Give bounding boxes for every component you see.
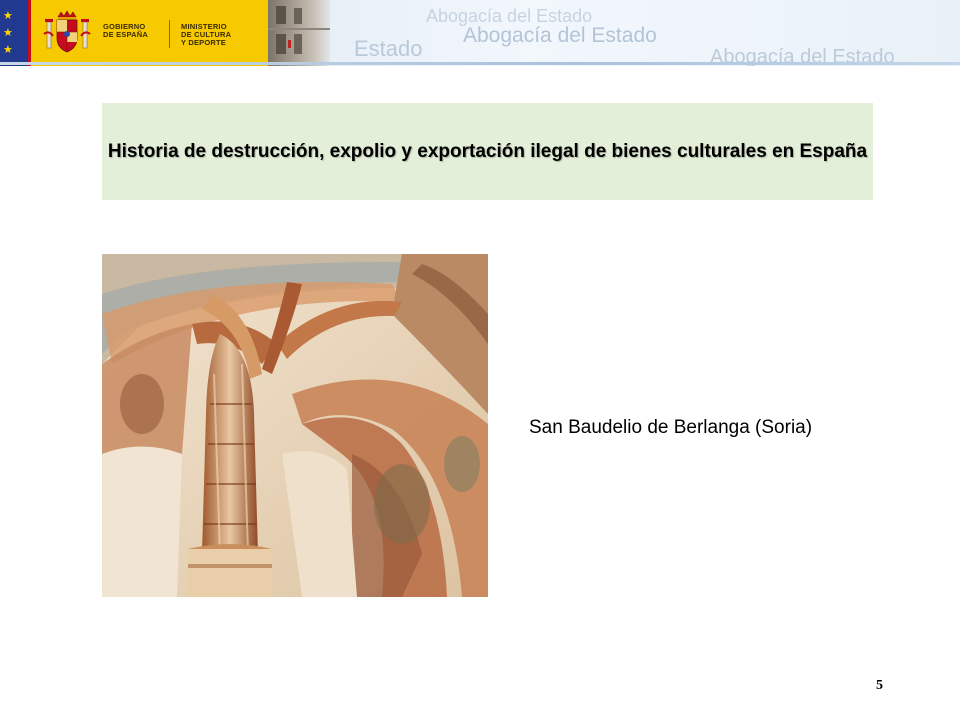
building-photo-strip bbox=[268, 0, 330, 66]
watermark-text: Estado bbox=[354, 36, 423, 61]
fresco-vault-image bbox=[102, 254, 488, 597]
eu-flag-strip: ★ ★ ★ bbox=[0, 0, 28, 66]
slide-title: Historia de destrucción, expolio y expor… bbox=[107, 140, 868, 162]
logo-divider bbox=[169, 20, 170, 48]
government-logo: GOBIERNO DE ESPAÑA MINISTERIO DE CULTURA… bbox=[28, 0, 271, 66]
watermark-text: Abogacía del Estado bbox=[463, 24, 657, 47]
header-banner: ★ ★ ★ GOBIERNO DE ESPAÑA MINISTERIO DE C… bbox=[0, 0, 960, 66]
eu-star-icon: ★ bbox=[3, 26, 13, 39]
photo-caption: San Baudelio de Berlanga (Soria) bbox=[529, 417, 813, 438]
building-image bbox=[268, 6, 330, 54]
title-box: Historia de destrucción, expolio y expor… bbox=[102, 103, 873, 200]
eu-star-icon: ★ bbox=[3, 43, 13, 56]
page-number: 5 bbox=[876, 678, 883, 693]
government-label: GOBIERNO DE ESPAÑA bbox=[103, 22, 149, 39]
church-interior-photo bbox=[102, 254, 488, 597]
header-divider bbox=[0, 62, 960, 65]
coat-of-arms-icon bbox=[43, 10, 91, 53]
eu-star-icon: ★ bbox=[3, 9, 13, 22]
ministry-label: MINISTERIO DE CULTURA Y DEPORTE bbox=[181, 22, 232, 47]
